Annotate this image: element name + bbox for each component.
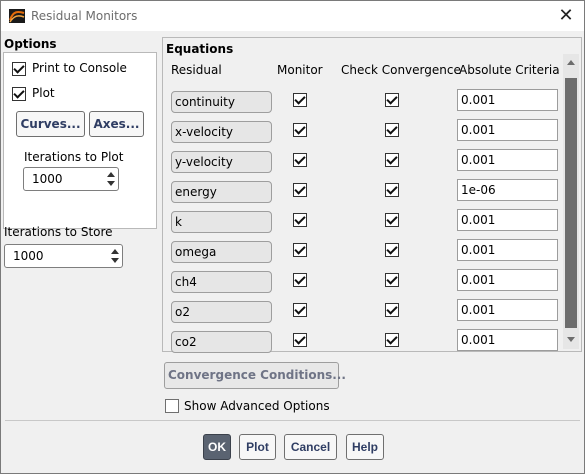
cancel-button[interactable]: Cancel [284, 434, 337, 460]
iterations-to-store-spinner[interactable]: 1000 [4, 244, 123, 268]
monitor-checkbox[interactable] [293, 123, 307, 137]
monitor-checkbox[interactable] [293, 213, 307, 227]
absolute-criteria-input[interactable]: 0.001 [457, 299, 558, 321]
print-to-console-checkbox[interactable] [12, 62, 26, 76]
residual-name: y-velocity [171, 151, 272, 173]
absolute-criteria-input[interactable]: 0.001 [457, 119, 558, 141]
axes-button[interactable]: Axes... [89, 111, 144, 137]
window-title: Residual Monitors [31, 9, 138, 23]
absolute-criteria-input[interactable]: 0.001 [457, 329, 558, 351]
plot-button[interactable]: Plot [239, 434, 276, 460]
monitor-checkbox[interactable] [293, 153, 307, 167]
absolute-criteria-input[interactable]: 0.001 [457, 89, 558, 111]
table-row: ch4 0.001 [163, 267, 563, 297]
check-convergence-checkbox[interactable] [385, 303, 399, 317]
monitor-checkbox[interactable] [293, 273, 307, 287]
equations-group: Equations Residual Monitor Check Converg… [162, 37, 582, 353]
check-convergence-checkbox[interactable] [385, 213, 399, 227]
plot-checkbox[interactable] [12, 87, 26, 101]
check-convergence-checkbox[interactable] [385, 333, 399, 347]
check-convergence-checkbox[interactable] [385, 93, 399, 107]
spinner-arrows-icon[interactable] [104, 169, 116, 189]
table-row: y-velocity 0.001 [163, 147, 563, 177]
iterations-to-plot-label: Iterations to Plot [24, 150, 124, 164]
table-row: continuity 0.001 [163, 87, 563, 117]
table-row: k 0.001 [163, 207, 563, 237]
help-button[interactable]: Help [346, 434, 384, 460]
scroll-up-icon[interactable] [567, 60, 575, 65]
spinner-arrows-icon[interactable] [108, 246, 120, 266]
iterations-to-store-value: 1000 [13, 249, 44, 263]
residual-monitors-dialog: Residual Monitors ✕ Options Print to Con… [0, 0, 585, 474]
plot-label: Plot [32, 86, 55, 100]
check-convergence-checkbox[interactable] [385, 153, 399, 167]
options-group: Print to Console Plot Curves... Axes... … [3, 52, 157, 229]
scroll-down-icon[interactable] [567, 337, 575, 342]
residual-name: continuity [171, 91, 272, 113]
vertical-scrollbar[interactable] [563, 54, 579, 349]
table-row: omega 0.001 [163, 237, 563, 267]
monitor-checkbox[interactable] [293, 243, 307, 257]
monitor-checkbox[interactable] [293, 333, 307, 347]
residual-name: energy [171, 181, 272, 203]
ok-button[interactable]: OK [203, 434, 231, 460]
table-row: co2 0.001 [163, 327, 563, 357]
monitor-checkbox[interactable] [293, 183, 307, 197]
close-icon[interactable]: ✕ [556, 6, 576, 26]
table-row: x-velocity 0.001 [163, 117, 563, 147]
residual-name: k [171, 211, 272, 233]
check-convergence-checkbox[interactable] [385, 123, 399, 137]
residual-name: co2 [171, 331, 272, 353]
show-advanced-options-checkbox[interactable] [165, 399, 179, 413]
check-convergence-checkbox[interactable] [385, 243, 399, 257]
absolute-criteria-input[interactable]: 0.001 [457, 209, 558, 231]
check-convergence-checkbox[interactable] [385, 273, 399, 287]
scrollbar-thumb[interactable] [565, 78, 577, 328]
residual-name: x-velocity [171, 121, 272, 143]
absolute-criteria-header: Absolute Criteria [459, 63, 560, 77]
left-panel: Options Print to Console Plot Curves... … [1, 32, 161, 420]
residual-name: omega [171, 241, 272, 263]
print-to-console-label: Print to Console [32, 61, 127, 75]
fluent-app-icon [9, 9, 25, 23]
absolute-criteria-input[interactable]: 0.001 [457, 239, 558, 261]
residual-name: o2 [171, 301, 272, 323]
table-row: o2 0.001 [163, 297, 563, 327]
table-row: energy 1e-06 [163, 177, 563, 207]
iterations-to-plot-spinner[interactable]: 1000 [23, 167, 119, 191]
residual-name: ch4 [171, 271, 272, 293]
check-convergence-checkbox[interactable] [385, 183, 399, 197]
show-advanced-options-label: Show Advanced Options [184, 399, 330, 413]
absolute-criteria-input[interactable]: 0.001 [457, 149, 558, 171]
options-title: Options [4, 37, 57, 51]
curves-button[interactable]: Curves... [16, 111, 85, 137]
convergence-conditions-button[interactable]: Convergence Conditions... [164, 362, 346, 389]
iterations-to-store-label: Iterations to Store [4, 225, 113, 239]
divider [5, 420, 580, 421]
title-bar: Residual Monitors ✕ [1, 1, 584, 31]
residual-header: Residual [171, 63, 222, 77]
monitor-checkbox[interactable] [293, 303, 307, 317]
equations-title: Equations [166, 42, 234, 56]
check-convergence-header: Check Convergence [341, 63, 461, 77]
monitor-header: Monitor [277, 63, 323, 77]
absolute-criteria-input[interactable]: 0.001 [457, 269, 558, 291]
monitor-checkbox[interactable] [293, 93, 307, 107]
absolute-criteria-input[interactable]: 1e-06 [457, 179, 558, 201]
iterations-to-plot-value: 1000 [32, 172, 63, 186]
